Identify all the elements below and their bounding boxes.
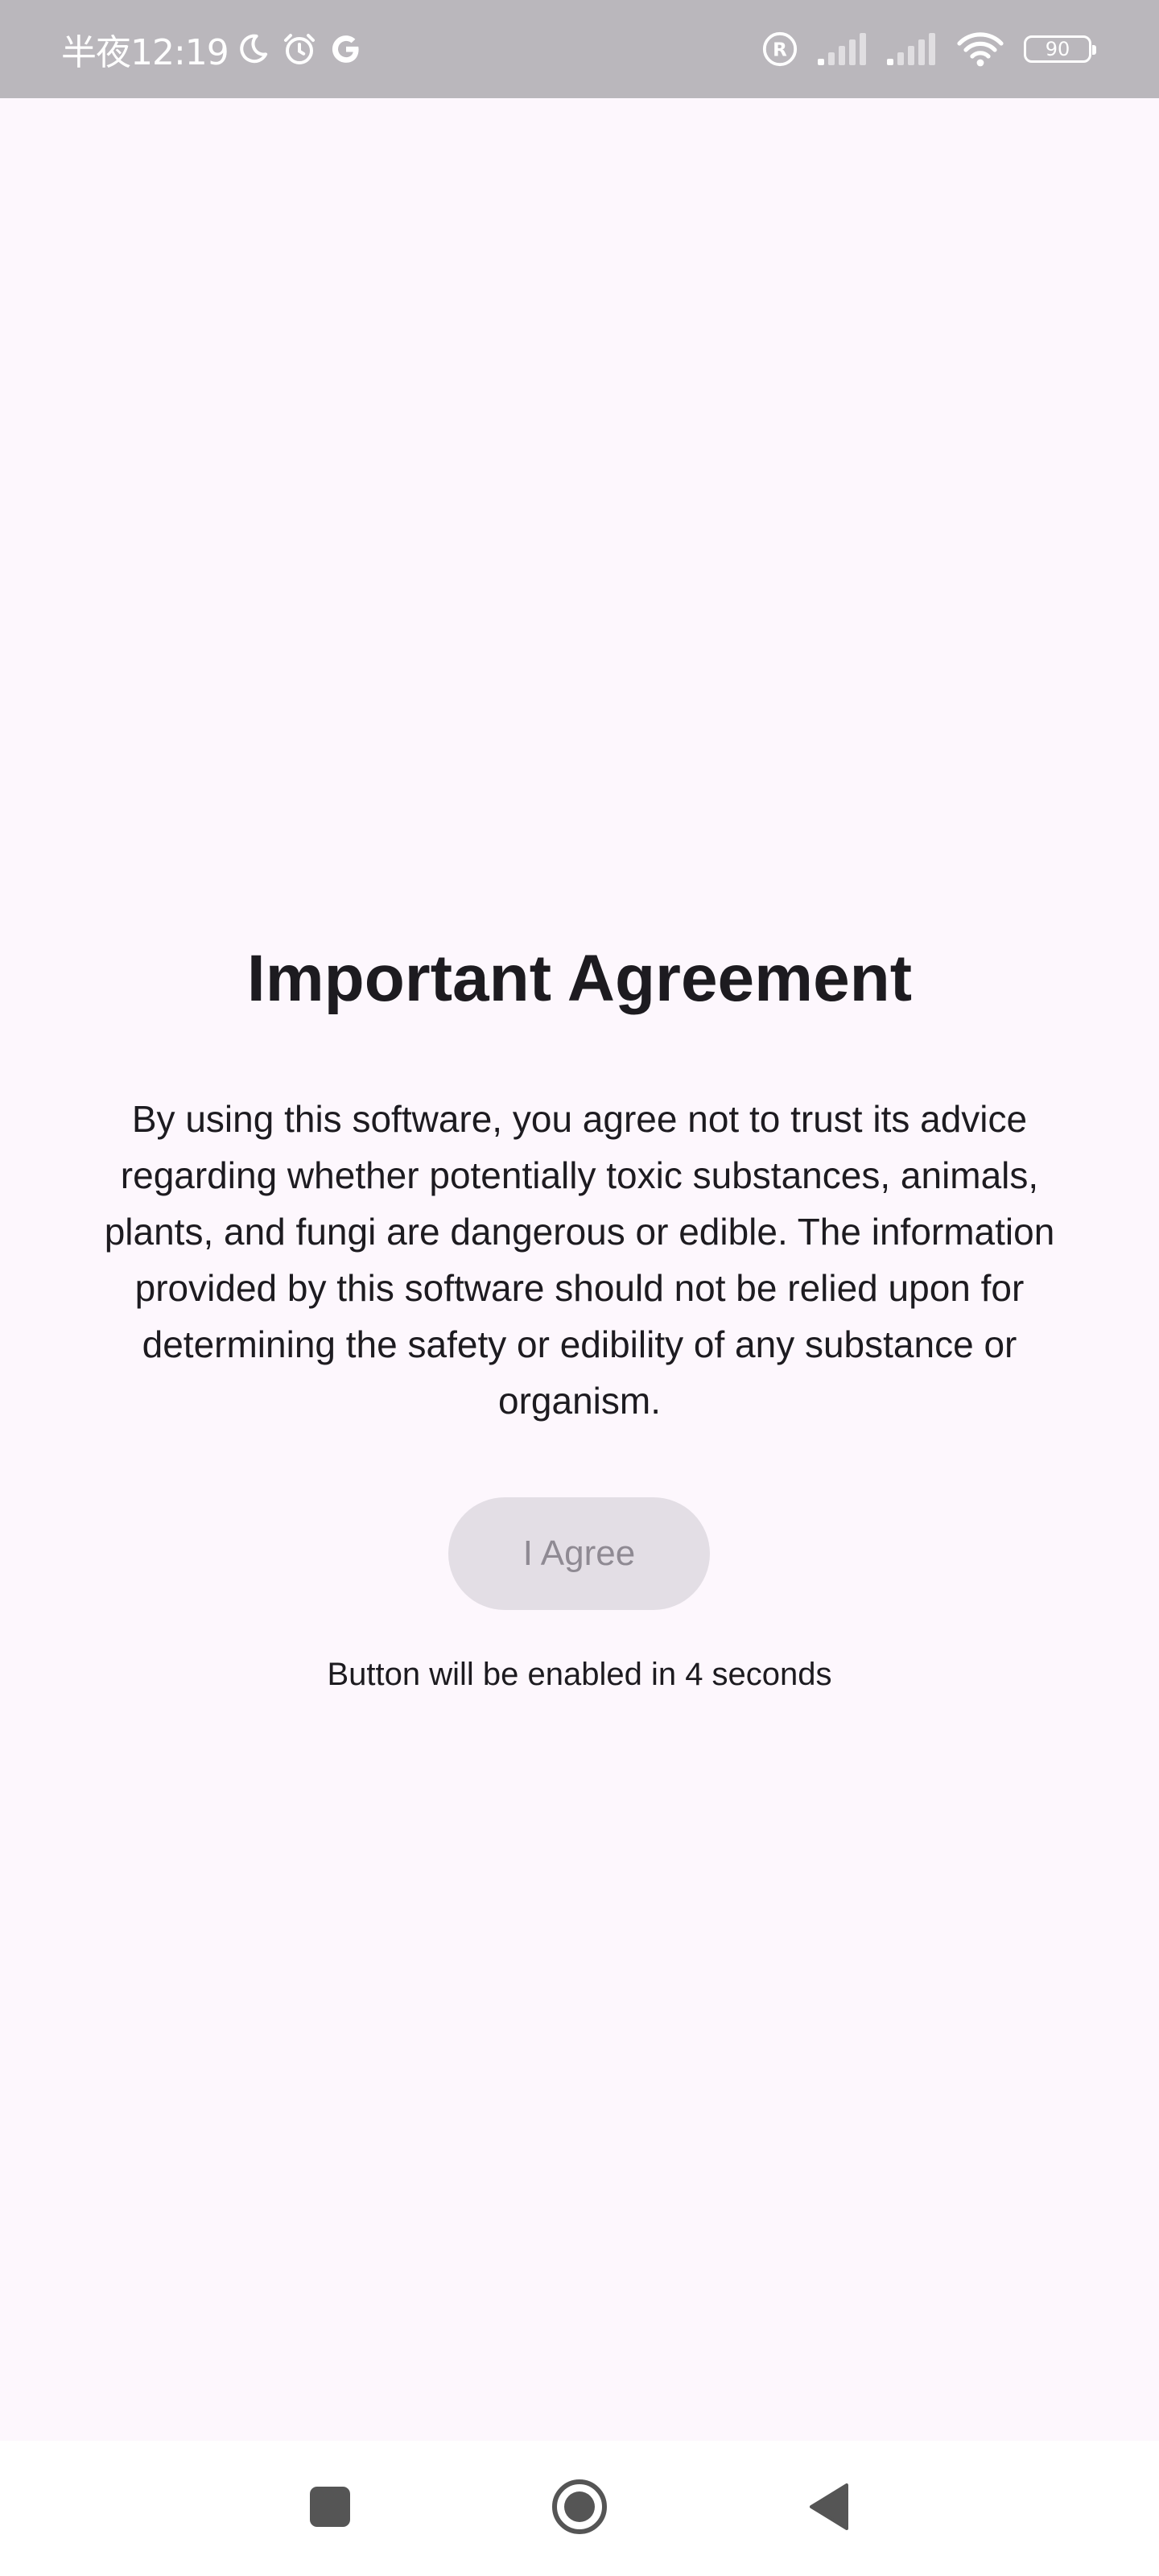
agree-button[interactable]: I Agree xyxy=(448,1497,710,1610)
recent-apps-button[interactable] xyxy=(282,2460,378,2557)
recent-apps-icon xyxy=(308,2485,352,2533)
signal-icon xyxy=(887,33,937,65)
navigation-bar xyxy=(0,2441,1159,2576)
moon-icon xyxy=(235,31,270,67)
agreement-text: By using this software, you agree not to… xyxy=(104,1098,1055,1422)
alarm-icon xyxy=(280,30,319,68)
back-icon xyxy=(806,2482,852,2536)
agreement-screen: Important Agreement By using this softwa… xyxy=(0,98,1159,2441)
google-icon xyxy=(328,31,364,67)
home-icon xyxy=(551,2478,608,2540)
signal-icon xyxy=(818,33,868,65)
home-button[interactable] xyxy=(531,2460,628,2557)
battery-icon: 90 xyxy=(1024,35,1096,63)
countdown-text: Button will be enabled in 4 seconds xyxy=(327,1657,832,1692)
status-time: 半夜12:19 xyxy=(61,32,229,73)
status-left: 半夜12:19 xyxy=(61,0,364,98)
battery-level: 90 xyxy=(1045,38,1070,60)
registered-icon: R xyxy=(761,31,798,68)
svg-text:R: R xyxy=(773,40,787,61)
wifi-icon xyxy=(956,30,1004,68)
status-bar: 半夜12:19 R 90 xyxy=(0,0,1159,98)
status-right: R 90 xyxy=(742,0,1096,98)
page-title: Important Agreement xyxy=(246,942,913,1015)
back-button[interactable] xyxy=(781,2460,877,2557)
